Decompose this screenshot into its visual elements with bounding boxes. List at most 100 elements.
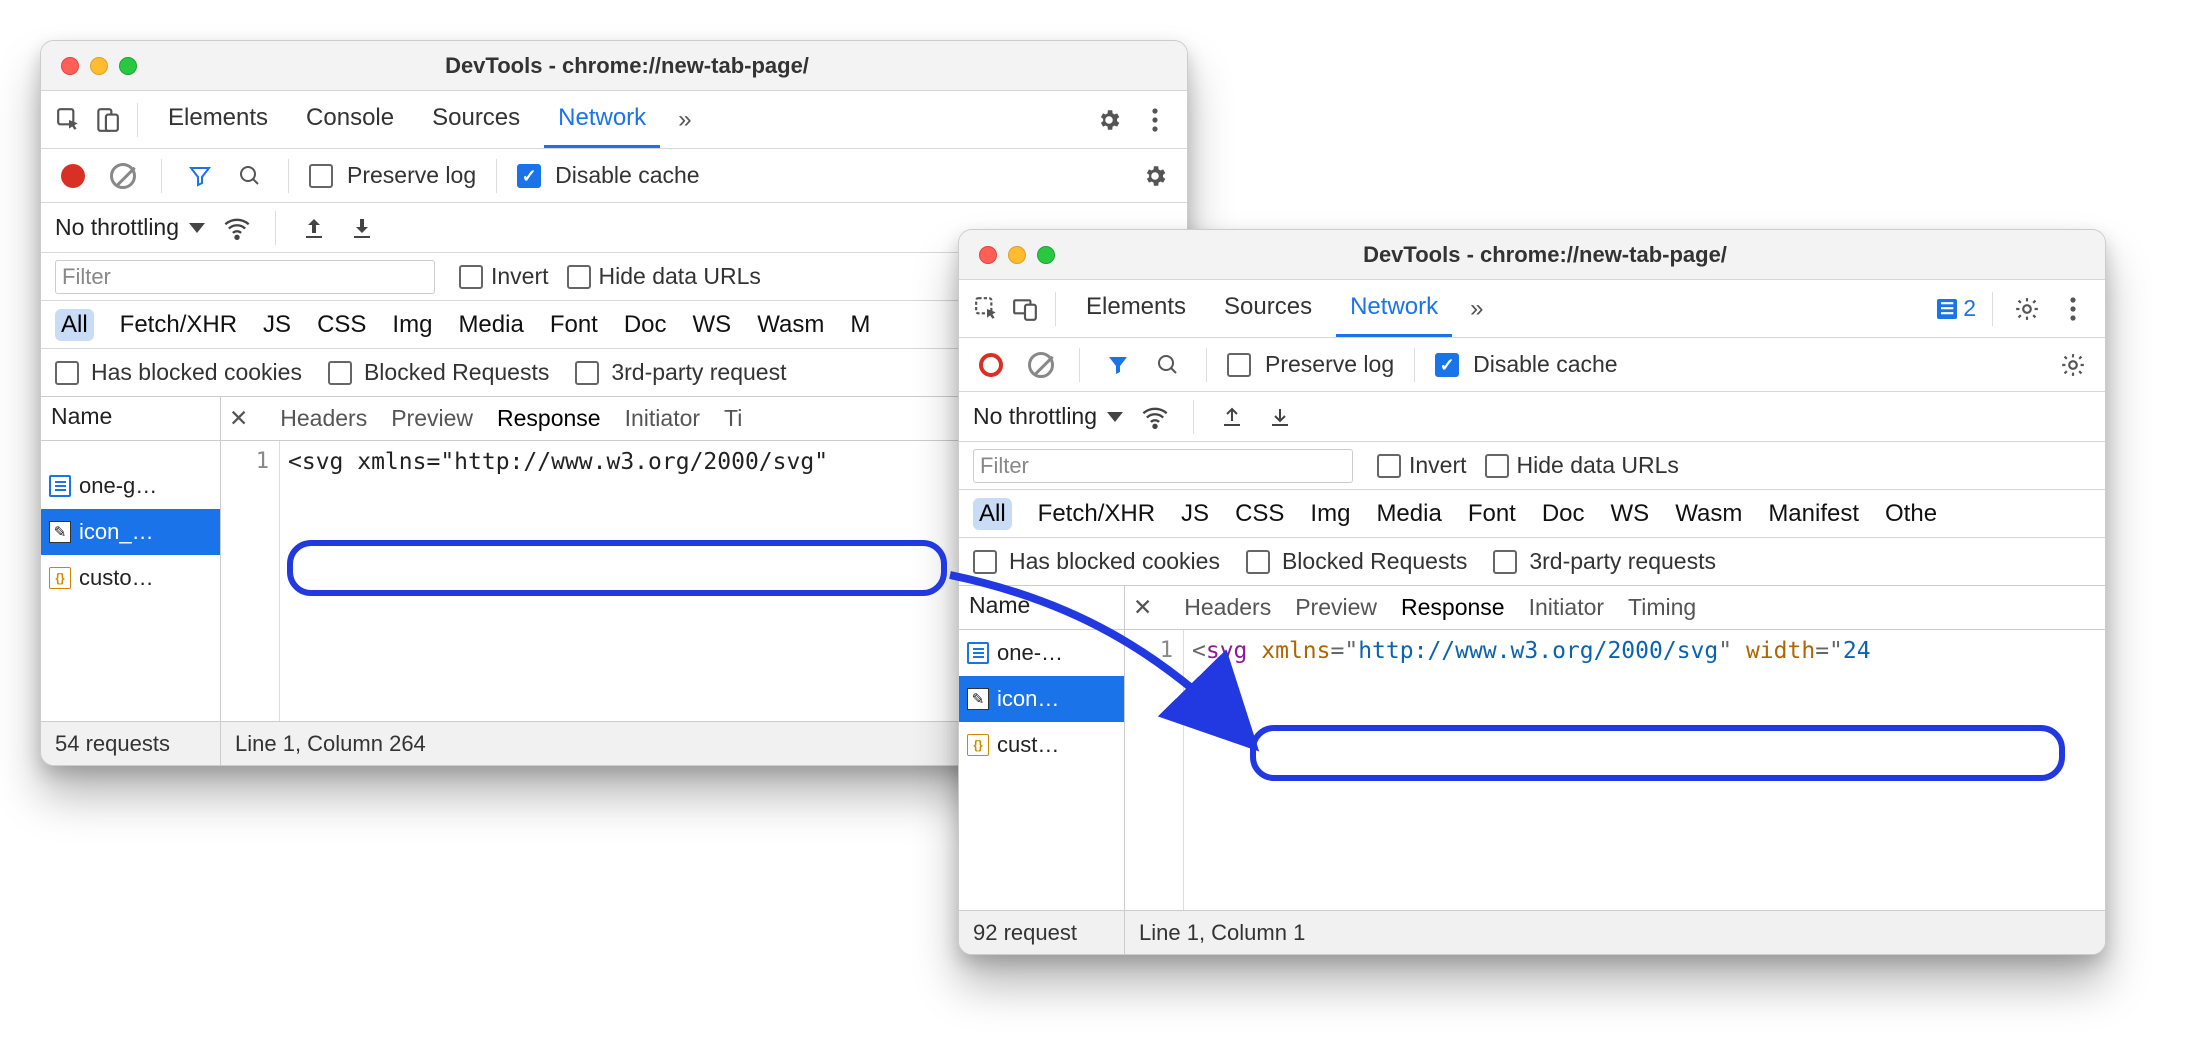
maximize-window-icon[interactable]: [1037, 246, 1055, 264]
blocked-cookies-checkbox[interactable]: [973, 550, 997, 574]
preserve-log-checkbox[interactable]: [309, 164, 333, 188]
filter-all[interactable]: All: [973, 498, 1012, 530]
filter-doc[interactable]: Doc: [1542, 500, 1585, 528]
titlebar[interactable]: DevTools - chrome://new-tab-page/: [41, 41, 1187, 91]
invert-checkbox[interactable]: [459, 265, 483, 289]
tab-network[interactable]: Network: [1336, 280, 1452, 337]
filter-css[interactable]: CSS: [317, 311, 366, 339]
column-header-name[interactable]: Name: [41, 397, 220, 440]
inspect-element-icon[interactable]: [55, 106, 83, 134]
more-tabs-icon[interactable]: »: [1462, 295, 1491, 323]
request-row[interactable]: custo…: [41, 555, 220, 601]
blocked-requests-checkbox[interactable]: [328, 361, 352, 385]
filter-input[interactable]: Filter: [973, 449, 1353, 483]
filter-ws[interactable]: WS: [693, 311, 732, 339]
upload-har-icon[interactable]: [1218, 403, 1246, 431]
filter-doc[interactable]: Doc: [624, 311, 667, 339]
third-party-checkbox[interactable]: [1493, 550, 1517, 574]
search-icon[interactable]: [1150, 347, 1186, 383]
filter-js[interactable]: JS: [263, 311, 291, 339]
close-window-icon[interactable]: [979, 246, 997, 264]
tab-timing[interactable]: Timing: [1628, 594, 1696, 621]
record-button[interactable]: [973, 347, 1009, 383]
preserve-log-checkbox[interactable]: [1227, 353, 1251, 377]
filter-all[interactable]: All: [55, 309, 94, 341]
tab-response[interactable]: Response: [1401, 594, 1505, 621]
minimize-window-icon[interactable]: [90, 57, 108, 75]
blocked-requests-checkbox[interactable]: [1246, 550, 1270, 574]
column-header-name[interactable]: Name: [959, 586, 1124, 629]
tab-timing[interactable]: Ti: [724, 405, 742, 432]
kebab-menu-icon[interactable]: [2055, 291, 2091, 327]
network-conditions-icon[interactable]: [1141, 403, 1169, 431]
throttling-select[interactable]: No throttling: [973, 403, 1123, 430]
filter-js[interactable]: JS: [1181, 500, 1209, 528]
tab-network[interactable]: Network: [544, 91, 660, 148]
hide-data-urls-checkbox[interactable]: [1485, 454, 1509, 478]
request-row[interactable]: one-…: [959, 630, 1124, 676]
tab-elements[interactable]: Elements: [1072, 280, 1200, 337]
tab-preview[interactable]: Preview: [391, 405, 473, 432]
request-row[interactable]: one-g…: [41, 463, 220, 509]
tab-initiator[interactable]: Initiator: [1529, 594, 1604, 621]
maximize-window-icon[interactable]: [119, 57, 137, 75]
filter-font[interactable]: Font: [550, 311, 598, 339]
inspect-element-icon[interactable]: [973, 295, 1001, 323]
filter-fetch-xhr[interactable]: Fetch/XHR: [1038, 500, 1155, 528]
tab-elements[interactable]: Elements: [154, 91, 282, 148]
filter-img[interactable]: Img: [392, 311, 432, 339]
device-toolbar-icon[interactable]: [93, 106, 121, 134]
clear-button[interactable]: [1023, 347, 1059, 383]
request-row[interactable]: cust…: [959, 722, 1124, 768]
kebab-menu-icon[interactable]: [1137, 102, 1173, 138]
filter-wasm[interactable]: Wasm: [1675, 500, 1742, 528]
blocked-cookies-checkbox[interactable]: [55, 361, 79, 385]
throttling-select[interactable]: No throttling: [55, 214, 205, 241]
filter-css[interactable]: CSS: [1235, 500, 1284, 528]
filter-fetch-xhr[interactable]: Fetch/XHR: [120, 311, 237, 339]
download-har-icon[interactable]: [348, 214, 376, 242]
issues-badge[interactable]: ☰ 2: [1937, 295, 1976, 322]
filter-manifest[interactable]: Manifest: [1768, 500, 1859, 528]
filter-media[interactable]: Media: [458, 311, 523, 339]
filter-font[interactable]: Font: [1468, 500, 1516, 528]
filter-icon[interactable]: [1100, 347, 1136, 383]
disable-cache-checkbox[interactable]: [517, 164, 541, 188]
filter-input[interactable]: Filter: [55, 260, 435, 294]
clear-button[interactable]: [105, 158, 141, 194]
response-body[interactable]: 1 <svg xmlns="http://www.w3.org/2000/svg…: [1125, 630, 2105, 910]
device-toolbar-icon[interactable]: [1011, 295, 1039, 323]
tab-console[interactable]: Console: [292, 91, 408, 148]
filter-icon[interactable]: [182, 158, 218, 194]
settings-icon[interactable]: [2009, 291, 2045, 327]
filter-wasm[interactable]: Wasm: [757, 311, 824, 339]
upload-har-icon[interactable]: [300, 214, 328, 242]
filter-ws[interactable]: WS: [1611, 500, 1650, 528]
filter-manifest-cut[interactable]: M: [850, 311, 870, 339]
filter-img[interactable]: Img: [1310, 500, 1350, 528]
network-settings-icon[interactable]: [1137, 158, 1173, 194]
request-row[interactable]: icon_…: [41, 509, 220, 555]
tab-preview[interactable]: Preview: [1295, 594, 1377, 621]
close-details-icon[interactable]: ✕: [229, 405, 256, 432]
search-icon[interactable]: [232, 158, 268, 194]
network-conditions-icon[interactable]: [223, 214, 251, 242]
hide-data-urls-checkbox[interactable]: [567, 265, 591, 289]
invert-checkbox[interactable]: [1377, 454, 1401, 478]
filter-other[interactable]: Othe: [1885, 500, 1937, 528]
close-details-icon[interactable]: ✕: [1133, 594, 1160, 621]
tab-headers[interactable]: Headers: [1184, 594, 1271, 621]
tab-sources[interactable]: Sources: [1210, 280, 1326, 337]
disable-cache-checkbox[interactable]: [1435, 353, 1459, 377]
record-button[interactable]: [55, 158, 91, 194]
tab-response[interactable]: Response: [497, 405, 601, 432]
more-tabs-icon[interactable]: »: [670, 106, 699, 134]
download-har-icon[interactable]: [1266, 403, 1294, 431]
third-party-checkbox[interactable]: [575, 361, 599, 385]
titlebar[interactable]: DevTools - chrome://new-tab-page/: [959, 230, 2105, 280]
tab-sources[interactable]: Sources: [418, 91, 534, 148]
close-window-icon[interactable]: [61, 57, 79, 75]
filter-media[interactable]: Media: [1376, 500, 1441, 528]
minimize-window-icon[interactable]: [1008, 246, 1026, 264]
request-row[interactable]: [41, 441, 220, 463]
